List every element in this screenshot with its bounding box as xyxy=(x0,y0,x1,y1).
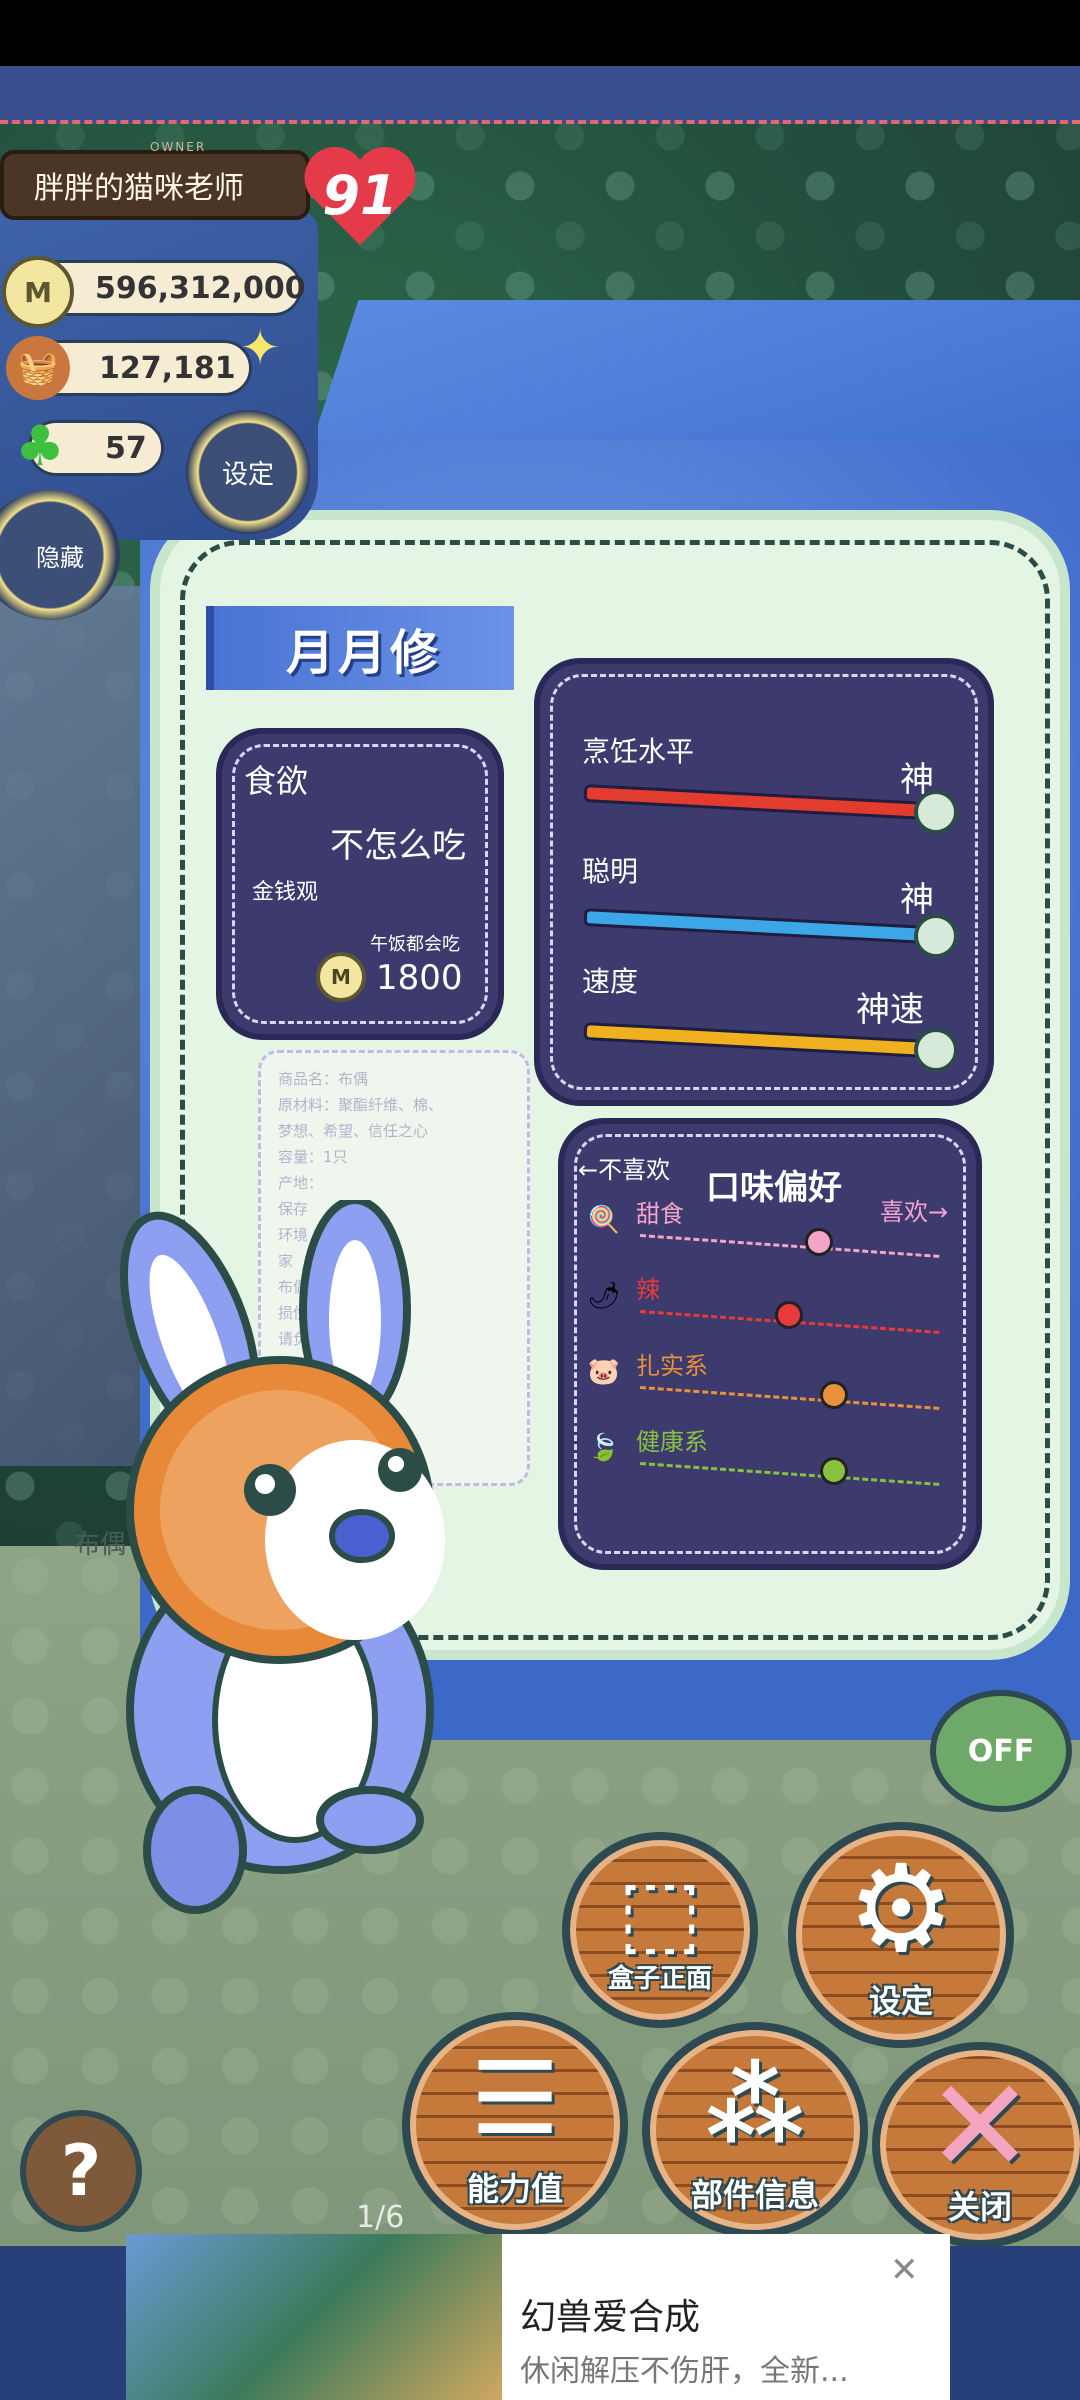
floor-label: 布偶 xyxy=(74,1530,127,1560)
taste-pin xyxy=(820,1457,848,1485)
ability-label: 烹饪水平 xyxy=(582,735,695,768)
ability-button[interactable]: ☰ 能力值 xyxy=(410,2020,620,2230)
ability-label: 能力值 xyxy=(466,2170,563,2208)
off-toggle[interactable]: OFF xyxy=(930,1690,1072,1812)
taste-label: 甜食 xyxy=(636,1200,684,1228)
description-line: 商品名：布偶 xyxy=(278,1070,369,1088)
ability-label: 速度 xyxy=(582,965,639,998)
ingredients-basket-icon: 🧺 xyxy=(6,336,70,400)
settings-button-label: 设定 xyxy=(221,459,274,490)
box-front-label: 盒子正面 xyxy=(607,1964,712,1994)
taste-like-label: 喜欢→ xyxy=(880,1198,949,1226)
money-note: 午饭都会吃 xyxy=(370,934,460,955)
level-heart: 91 xyxy=(300,140,420,250)
taste-icon: 🐷 xyxy=(587,1357,621,1387)
taste-icon: 🍃 xyxy=(587,1433,621,1463)
bunny-nose xyxy=(329,1509,395,1563)
help-icon: ? xyxy=(60,2130,102,2212)
zipper-icon xyxy=(914,790,958,834)
taste-label: 扎实系 xyxy=(636,1352,708,1380)
clover-icon: ♣ xyxy=(14,413,66,479)
box-icon: ⬚ xyxy=(617,1860,703,1965)
list-icon: ☰ xyxy=(470,2040,560,2157)
taste-label: 辣 xyxy=(636,1276,660,1304)
ad-subtitle: 休闲解压不伤肝，全新... xyxy=(520,2354,849,2389)
parts-info-label: 部件信息 xyxy=(690,2176,819,2214)
zipper-icon xyxy=(914,1028,958,1072)
gear-icon: ⚙ xyxy=(847,1840,955,1979)
taste-title: 口味偏好 xyxy=(706,1168,842,1208)
level-number: 91 xyxy=(322,163,398,227)
box-front-button[interactable]: ⬚ 盒子正面 xyxy=(570,1840,750,2020)
appetite-value: 不怎么吃 xyxy=(330,826,466,866)
coin-icon: M xyxy=(316,952,366,1002)
settings-label: 设定 xyxy=(868,1982,933,2020)
sparkle-icon: ✦ xyxy=(240,320,281,376)
ad-title[interactable]: 幻兽爱合成 xyxy=(520,2288,700,2340)
bunny-leg xyxy=(143,1786,247,1914)
taste-dislike-label: ←不喜欢 xyxy=(578,1156,671,1184)
taste-pin xyxy=(820,1381,848,1409)
ability-value: 神 xyxy=(900,880,934,920)
description-line: 原材料：聚酯纤维、棉、 xyxy=(278,1096,444,1114)
settings-button[interactable]: ⚙ 设定 xyxy=(796,1830,1006,2040)
ability-label: 聪明 xyxy=(582,855,639,888)
money-value: 1800 xyxy=(376,958,463,998)
page-indicator: 1/6 xyxy=(356,2200,405,2235)
description-line: 梦想、希望、信任之心 xyxy=(278,1122,429,1140)
bunny-doll[interactable] xyxy=(100,1200,480,1920)
owner-name: 胖胖的猫咪老师 xyxy=(0,150,310,220)
close-label: 关闭 xyxy=(947,2188,1012,2226)
close-icon: ✕ xyxy=(925,2050,1035,2202)
owner-label: OWNER xyxy=(150,140,207,154)
status-bar xyxy=(0,0,1080,66)
taste-label: 健康系 xyxy=(636,1428,708,1456)
stitched-top-border xyxy=(0,66,1080,124)
help-button[interactable]: ? xyxy=(20,2110,142,2232)
off-label: OFF xyxy=(967,1733,1035,1769)
zipper-icon xyxy=(914,914,958,958)
parts-icon: ⁂ xyxy=(705,2050,805,2162)
ad-close-icon[interactable]: ✕ xyxy=(890,2250,919,2290)
taste-pin xyxy=(805,1228,833,1256)
money-label: 金钱观 xyxy=(252,880,319,905)
hide-button-label: 隐藏 xyxy=(36,543,84,572)
taste-icon: 🍭 xyxy=(587,1205,621,1235)
taste-icon: 🌶 xyxy=(587,1281,621,1311)
taste-pin xyxy=(775,1301,803,1329)
description-line: 容量：1只 xyxy=(278,1148,348,1166)
character-name: 月月修 xyxy=(206,606,514,690)
ad-image[interactable] xyxy=(126,2234,502,2400)
description-line: 产地： xyxy=(278,1174,324,1192)
close-button[interactable]: ✕ 关闭 xyxy=(880,2050,1080,2240)
appetite-label: 食欲 xyxy=(244,762,309,800)
ability-value: 神速 xyxy=(856,990,924,1030)
settings-button-small[interactable]: 设定 xyxy=(186,410,310,534)
parts-info-button[interactable]: ⁂ 部件信息 xyxy=(650,2030,860,2230)
money-coin-icon: M xyxy=(2,256,74,328)
